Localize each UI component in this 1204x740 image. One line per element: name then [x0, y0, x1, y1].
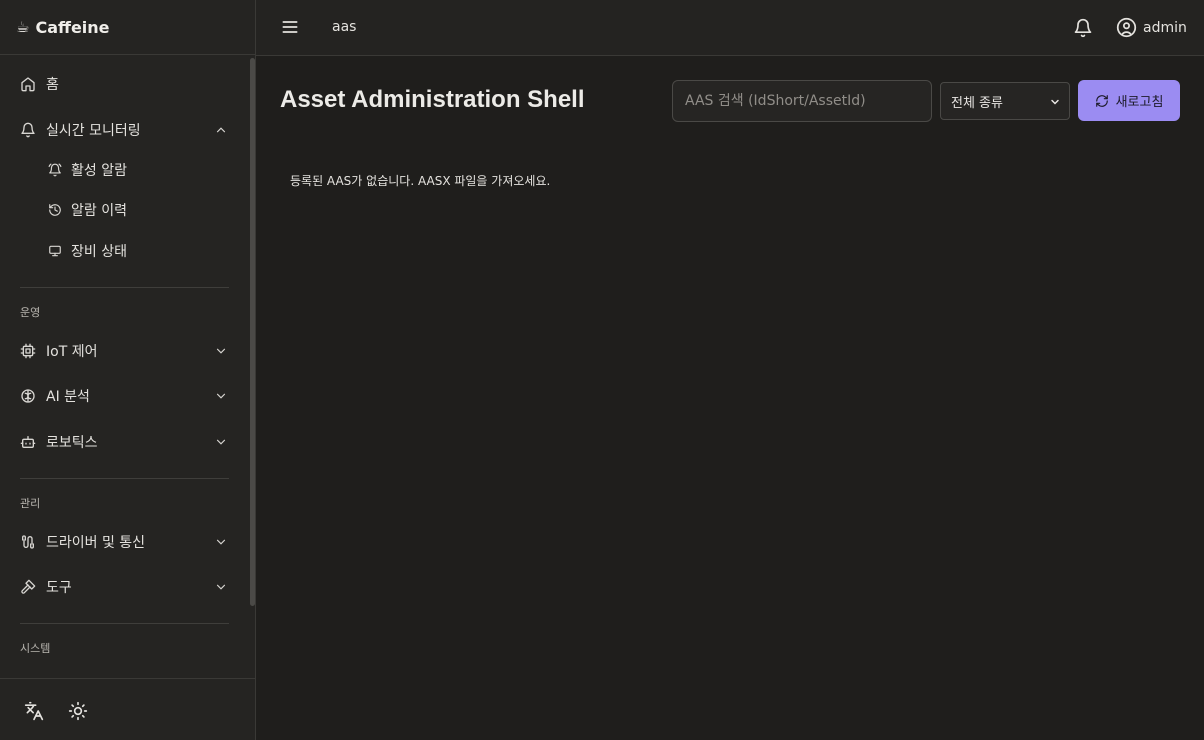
empty-state-message: 등록된 AAS가 없습니다. AASX 파일을 가져오세요.: [290, 174, 551, 188]
sidebar-item-drivers[interactable]: 드라이버 및 통신: [0, 524, 248, 560]
bell-icon: [20, 122, 36, 138]
brain-icon: [20, 388, 36, 404]
language-icon[interactable]: [24, 701, 44, 721]
chevron-down-icon: [216, 348, 226, 354]
sidebar-item-alarm-history[interactable]: 알람 이력: [0, 192, 248, 228]
type-filter-select[interactable]: 전체 종류: [940, 82, 1070, 120]
cpu-icon: [20, 343, 36, 359]
sidebar-footer: [0, 678, 255, 740]
search-input[interactable]: [672, 80, 932, 122]
section-label-operations: 운영: [20, 306, 41, 319]
menu-icon[interactable]: [280, 17, 300, 37]
sidebar-item-tools[interactable]: 도구: [0, 569, 248, 605]
monitor-icon: [48, 244, 62, 258]
sidebar-item-active-alarms[interactable]: 활성 알람: [0, 152, 248, 188]
divider: [20, 623, 229, 624]
sidebar-item-label: IoT 제어: [46, 344, 98, 360]
sidebar: ☕ Caffeine 홈 실시간 모니터링 활성 알람 알람 이력 장비 상태 …: [0, 0, 256, 740]
sidebar-item-monitoring[interactable]: 실시간 모니터링: [0, 112, 248, 148]
sidebar-item-home[interactable]: 홈: [0, 66, 248, 102]
breadcrumb: aas: [332, 19, 357, 35]
chevron-up-icon: [216, 127, 226, 133]
page-title: Asset Administration Shell: [280, 86, 585, 113]
sidebar-item-label: 로보틱스: [46, 435, 98, 451]
bot-icon: [20, 434, 36, 450]
divider: [20, 287, 229, 288]
sidebar-item-label: 홈: [46, 77, 59, 93]
sidebar-item-ai-analysis[interactable]: AI 분석: [0, 378, 248, 414]
notification-bell-icon[interactable]: [1073, 18, 1093, 38]
sidebar-item-label: 알람 이력: [71, 203, 127, 219]
sidebar-item-label: 실시간 모니터링: [46, 123, 141, 139]
divider: [20, 478, 229, 479]
sidebar-scrollbar[interactable]: [250, 58, 255, 606]
section-label-system: 시스템: [20, 642, 51, 655]
user-circle-icon: [1116, 17, 1137, 38]
user-menu[interactable]: admin: [1116, 17, 1187, 38]
topbar: aas admin: [256, 0, 1204, 56]
history-icon: [48, 203, 62, 217]
chevron-down-icon: [216, 584, 226, 590]
brand[interactable]: ☕ Caffeine: [0, 0, 255, 55]
sidebar-item-label: 장비 상태: [71, 244, 127, 260]
sidebar-item-robotics[interactable]: 로보틱스: [0, 424, 248, 460]
sidebar-item-iot-control[interactable]: IoT 제어: [0, 333, 248, 369]
sidebar-item-equipment-status[interactable]: 장비 상태: [0, 233, 248, 269]
coffee-cup-icon: ☕: [16, 18, 30, 36]
alarm-ring-icon: [48, 163, 62, 177]
sidebar-nav: 홈 실시간 모니터링 활성 알람 알람 이력 장비 상태 운영 IoT 제어 A…: [0, 56, 255, 678]
username: admin: [1143, 19, 1187, 36]
chevron-down-icon: [216, 439, 226, 445]
chevron-down-icon: [216, 539, 226, 545]
hammer-icon: [20, 579, 36, 595]
cable-icon: [20, 534, 36, 550]
select-value: 전체 종류: [951, 95, 1003, 111]
sidebar-item-label: 활성 알람: [71, 163, 127, 179]
sidebar-item-label: AI 분석: [46, 389, 90, 405]
chevron-down-icon: [1051, 99, 1059, 105]
sun-icon[interactable]: [68, 701, 88, 721]
section-label-management: 관리: [20, 497, 41, 510]
home-icon: [20, 76, 36, 92]
refresh-label: 새로고침: [1115, 95, 1164, 110]
refresh-icon: [1095, 94, 1108, 107]
refresh-button[interactable]: 새로고침: [1078, 80, 1180, 121]
sidebar-item-label: 드라이버 및 통신: [46, 535, 146, 551]
sidebar-item-label: 도구: [46, 580, 72, 596]
chevron-down-icon: [216, 393, 226, 399]
app-name: Caffeine: [35, 17, 110, 37]
